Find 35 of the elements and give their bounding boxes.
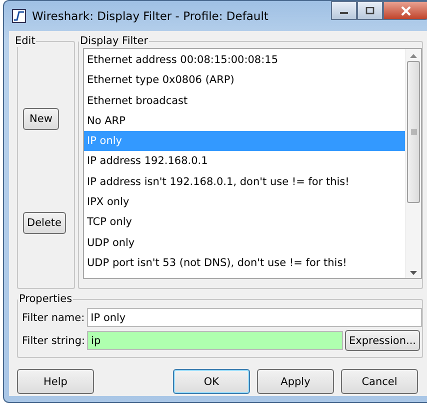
filter-item[interactable]: Ethernet broadcast <box>84 90 405 111</box>
group-title: Edit <box>14 35 36 47</box>
filter-item[interactable]: IP address 192.168.0.1 <box>84 151 405 172</box>
minimize-button[interactable] <box>331 1 357 20</box>
maximize-icon <box>365 6 375 14</box>
scrollbar[interactable] <box>405 49 421 278</box>
delete-button[interactable]: Delete <box>23 212 66 234</box>
scroll-thumb[interactable] <box>407 61 420 203</box>
field-label: Filter name: <box>22 312 85 324</box>
new-button[interactable]: New <box>23 108 59 130</box>
group-title: Display Filter <box>79 35 150 47</box>
dialog-button[interactable]: Apply <box>257 369 334 394</box>
expression-button[interactable]: Expression... <box>344 330 420 351</box>
scroll-up-icon[interactable] <box>410 54 417 58</box>
dialog-button[interactable]: Cancel <box>341 369 418 394</box>
group-title: Properties <box>18 293 74 305</box>
scroll-down-icon[interactable] <box>410 271 417 275</box>
dialog-button[interactable]: OK <box>173 369 250 394</box>
filter-item[interactable]: UDP port isn't 53 (not DNS), don't use != for this! <box>84 252 405 274</box>
filter-name-field[interactable]: IP only <box>86 308 422 327</box>
close-button[interactable] <box>383 1 427 20</box>
window-title: Wireshark: Display Filter - Profile: Default <box>32 9 268 23</box>
dialog-button[interactable]: Help <box>17 369 94 394</box>
filter-item[interactable]: No ARP <box>84 110 405 132</box>
maximize-button[interactable] <box>357 1 383 20</box>
filter-item[interactable]: Ethernet type 0x0806 (ARP) <box>84 70 405 91</box>
close-icon <box>400 6 412 16</box>
app-icon <box>12 9 26 23</box>
filter-item[interactable]: UDP only <box>84 232 405 253</box>
filter-item[interactable]: Ethernet address 00:08:15:00:08:15 <box>84 50 405 70</box>
filter-item[interactable]: TCP only <box>84 212 405 233</box>
filter-item[interactable]: IP address isn't 192.168.0.1, don't use != for this! <box>84 172 405 192</box>
field-label: Filter string: <box>22 334 86 346</box>
filter-string-field[interactable]: ip <box>87 331 343 350</box>
filter-item[interactable]: IPX only <box>84 192 405 212</box>
